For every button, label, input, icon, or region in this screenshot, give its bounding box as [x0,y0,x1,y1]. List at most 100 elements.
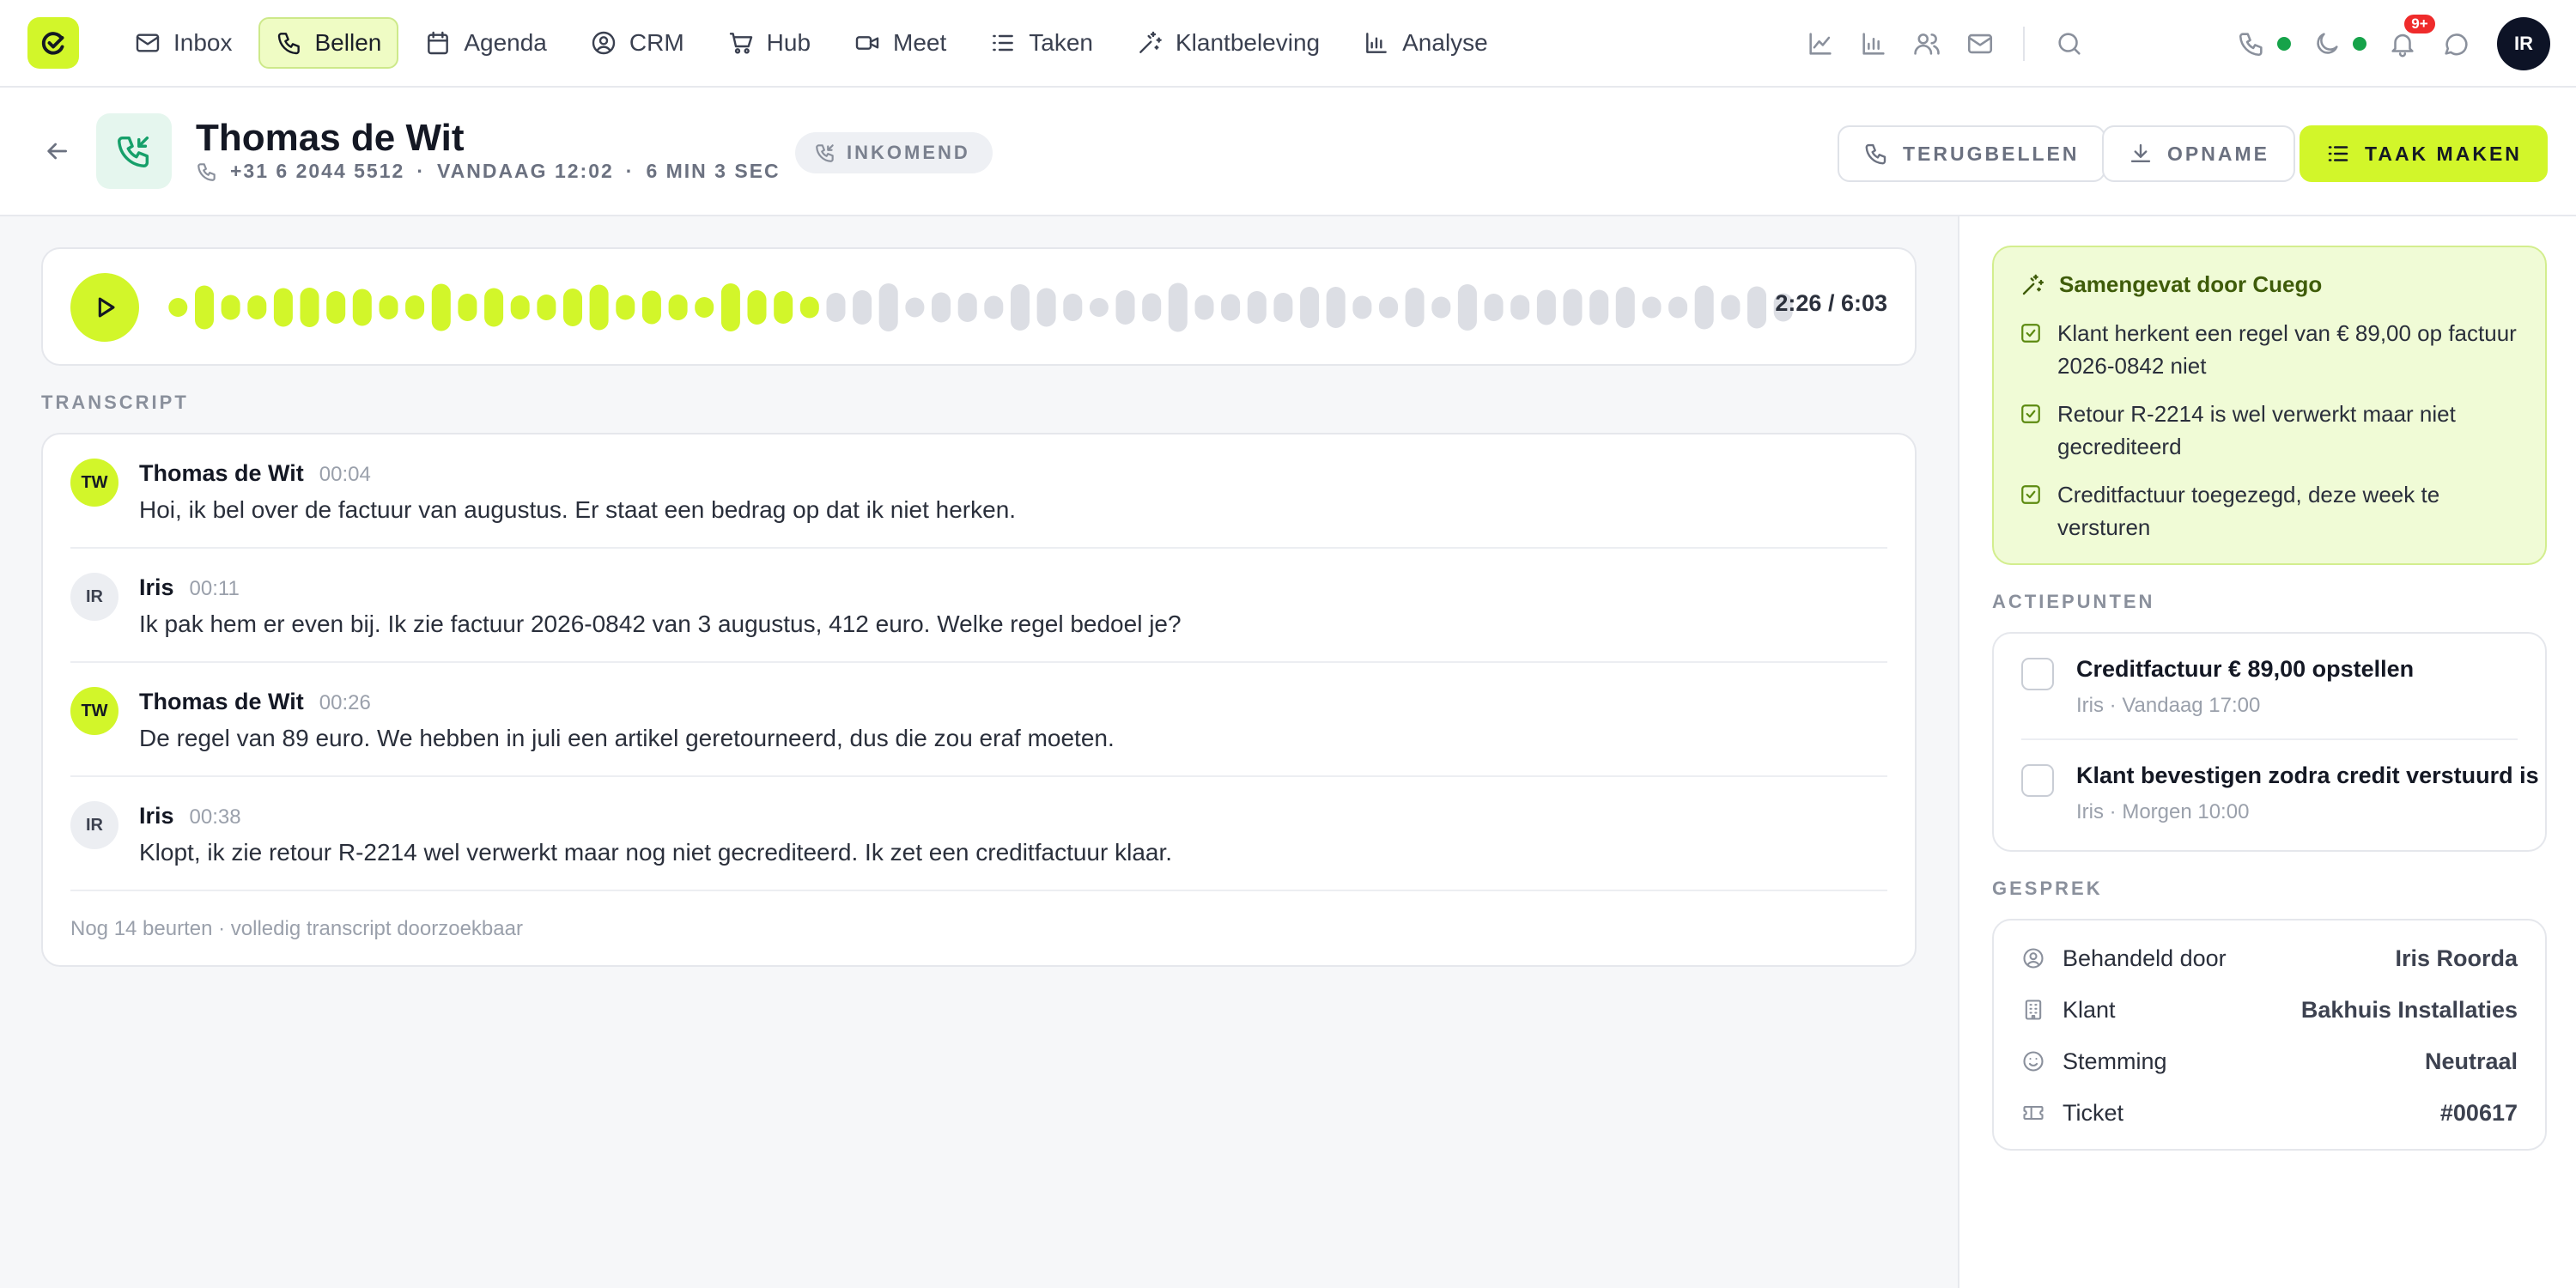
avatar: TW [70,687,118,735]
action-meta: Iris · Vandaag 17:00 [2076,694,2261,717]
waveform-bar [537,295,556,320]
action-meta: Iris · Morgen 10:00 [2076,800,2250,823]
user-avatar[interactable]: IR [2497,17,2550,70]
call-header: Thomas de Wit +31 6 2044 5512 · VANDAAG … [0,88,2576,216]
waveform-bar [563,289,582,326]
waveform-bar [1510,295,1530,320]
nav-item-hub[interactable]: Hub [710,17,828,69]
nav-item-label: Inbox [173,29,233,56]
chat-icon[interactable] [2439,27,2473,61]
waveform-bar [589,284,609,331]
mail-icon [134,29,161,57]
smiley-icon [2021,1049,2045,1073]
mail-icon[interactable] [1963,27,1997,61]
app-logo[interactable] [27,17,79,69]
waveform-bar [774,291,793,324]
transcript-turn: IR Iris 00:38 Klopt, ik zie retour R-2214… [70,777,1887,891]
turn-timestamp[interactable]: 00:38 [190,805,241,829]
waveform-bar [1326,287,1346,328]
speaker-label: Thomas de Wit [139,460,304,486]
waveform-bar [984,295,1004,319]
detail-label: Klant [2063,996,2116,1023]
nav-item-inbox[interactable]: Inbox [117,17,250,69]
create-task-button[interactable]: TAAK MAKEN [2300,125,2548,182]
nav-item-taken[interactable]: Taken [972,17,1110,69]
waveform-bar [1694,285,1714,330]
speaker-name: Iris 00:38 [139,803,241,829]
detail-label: Ticket [2063,1099,2124,1126]
nav-item-crm[interactable]: CRM [573,17,702,69]
conversation-heading: GESPREK [1992,878,2103,899]
waveform-bar [352,289,372,326]
waveform-bar [905,297,925,318]
conversation-details-card: Behandeld door Iris Roorda Klant Bakhuis… [1992,919,2547,1151]
speaker-label: Thomas de Wit [139,689,304,714]
turn-timestamp[interactable]: 00:26 [319,691,371,714]
nav-item-label: Bellen [314,29,382,56]
transcript-turn: TW Thomas de Wit 00:04 Hoi, ik bel over d… [70,434,1887,549]
waveform-bar [1642,296,1662,319]
summary-item: Creditfactuur toegezegd, deze week te ve… [2020,478,2519,544]
top-navigation: Inbox Bellen Agenda CRM Hub Meet Taken K… [0,0,2576,88]
action-checkbox[interactable] [2021,658,2054,690]
list-icon [2325,141,2351,167]
waveform-bar [1589,289,1609,325]
nav-item-label: Meet [893,29,947,56]
turn-text: Hoi, ik bel over de factuur van augustus… [139,496,1017,523]
summary-title: Samengevat door Cuego [2059,271,2323,297]
nav-divider [2023,27,2025,61]
line-chart-icon[interactable] [1803,27,1838,61]
waveform-bar [932,292,951,323]
summary-text: Klant herkent een regel van € 89,00 op f… [2057,320,2517,379]
more-turns-note: Nog 14 beurten · volledig transcript doo… [70,917,523,940]
phone-status-dot [2277,37,2291,51]
waveform-bar [1221,294,1241,321]
detail-label: Stemming [2063,1048,2167,1074]
nav-item-analyse[interactable]: Analyse [1346,17,1505,69]
recording-label: OPNAME [2167,142,2269,165]
nav-item-bellen[interactable]: Bellen [258,17,399,69]
incoming-call-icon [814,142,836,164]
ai-summary-card: Samengevat door Cuego Klant herkent een … [1992,246,2547,565]
detail-value: Bakhuis Installaties [2300,996,2518,1023]
phone-icon [1863,141,1889,167]
turn-text: Ik pak hem er even bij. Ik zie factuur 2… [139,611,1182,637]
turn-timestamp[interactable]: 00:11 [190,577,240,600]
waveform-bar [168,298,188,317]
action-checkbox[interactable] [2021,764,2054,797]
recording-button[interactable]: OPNAME [2102,125,2295,182]
bar-chart-icon[interactable] [1856,27,1891,61]
action-items-card: Creditfactuur € 89,00 opstellen Iris · V… [1992,632,2547,852]
waveform-bar [1405,288,1425,327]
waveform-bar [1668,296,1688,319]
waveform-bar [1300,287,1320,328]
action-item: Klant bevestigen zodra credit verstuurd … [2021,740,2539,847]
waveform-bar [1115,290,1135,325]
speaker-label: Iris [139,803,174,829]
search-icon[interactable] [2052,27,2087,61]
back-button[interactable] [38,132,76,170]
detail-value: Neutraal [2424,1048,2518,1074]
users-icon[interactable] [1910,27,1944,61]
waveform-bar [1563,289,1583,326]
callback-button[interactable]: TERUGBELLEN [1838,125,2105,182]
nav-item-meet[interactable]: Meet [836,17,963,69]
bell-icon[interactable]: 9+ [2385,13,2437,61]
moon-icon[interactable] [2310,27,2344,61]
nav-item-agenda[interactable]: Agenda [407,17,564,69]
waveform-bar [799,296,819,319]
check-square-icon [2020,483,2042,506]
detail-row: Stemming Neutraal [2021,1036,2518,1087]
speaker-label: Iris [139,574,174,600]
waveform-bar [379,295,398,319]
phone-status-icon[interactable] [2234,27,2269,61]
play-button[interactable] [70,273,139,342]
notification-badge: 9+ [2403,13,2437,35]
transcript-turn: TW Thomas de Wit 00:26 De regel van 89 eu… [70,663,1887,777]
turn-timestamp[interactable]: 00:04 [319,463,371,486]
waveform-scrubber[interactable] [165,264,1796,350]
nav-item-klantbeleving[interactable]: Klantbeleving [1119,17,1337,69]
detail-row: Klant Bakhuis Installaties [2021,984,2518,1036]
action-title: Klant bevestigen zodra credit verstuurd … [2076,762,2539,788]
waveform-bar [300,288,319,327]
